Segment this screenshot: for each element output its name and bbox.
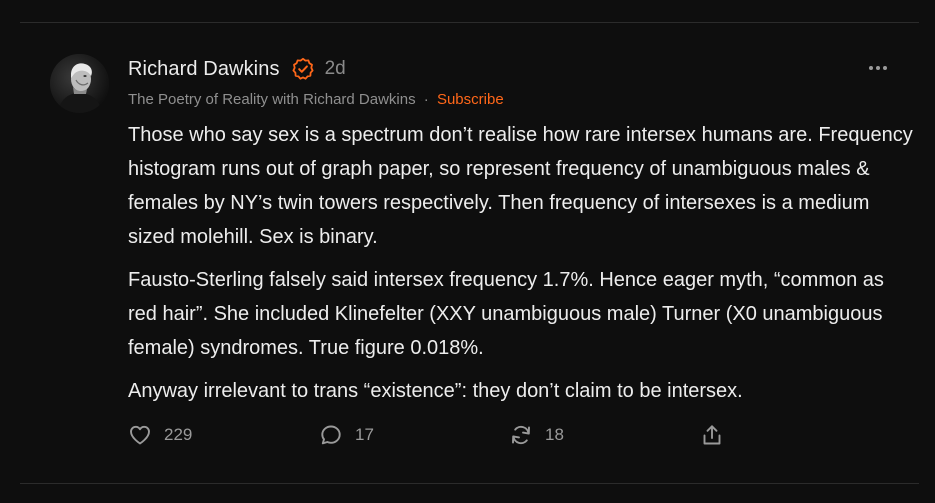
comment-bubble-icon xyxy=(319,423,343,447)
like-count: 229 xyxy=(164,425,193,444)
share-button[interactable] xyxy=(700,420,724,450)
post-paragraph: Anyway irrelevant to trans “existence”: … xyxy=(128,380,743,402)
author-name[interactable]: Richard Dawkins xyxy=(128,58,280,81)
more-dots-icon[interactable] xyxy=(866,58,890,78)
restack-arrows-icon xyxy=(509,423,533,447)
post-paragraph: Fausto-Sterling falsely said intersex fr… xyxy=(128,269,884,359)
bottom-divider xyxy=(20,483,919,484)
restack-count: 18 xyxy=(545,425,564,444)
post-paragraph: Those who say sex is a spectrum don’t re… xyxy=(128,124,913,248)
comment-count: 17 xyxy=(355,425,374,444)
publication-name[interactable]: The Poetry of Reality with Richard Dawki… xyxy=(128,91,416,108)
share-icon xyxy=(700,423,724,447)
publication-row: The Poetry of Reality with Richard Dawki… xyxy=(128,91,504,108)
like-button[interactable]: 229 xyxy=(128,420,192,450)
note-card: Richard Dawkins 2d The Poetry of Reality… xyxy=(0,0,935,503)
post-body: Those who say sex is a spectrum don’t re… xyxy=(128,118,918,417)
restack-button[interactable]: 18 xyxy=(509,420,564,450)
author-row: Richard Dawkins 2d xyxy=(128,56,346,82)
verified-check-icon xyxy=(291,57,315,81)
post-age[interactable]: 2d xyxy=(325,58,346,80)
separator-dot: · xyxy=(423,91,429,108)
comment-button[interactable]: 17 xyxy=(319,420,374,450)
avatar[interactable] xyxy=(50,54,109,113)
action-bar: 229 17 18 xyxy=(128,420,728,450)
subscribe-link[interactable]: Subscribe xyxy=(437,91,504,108)
heart-icon xyxy=(128,423,152,447)
top-divider xyxy=(20,22,919,23)
